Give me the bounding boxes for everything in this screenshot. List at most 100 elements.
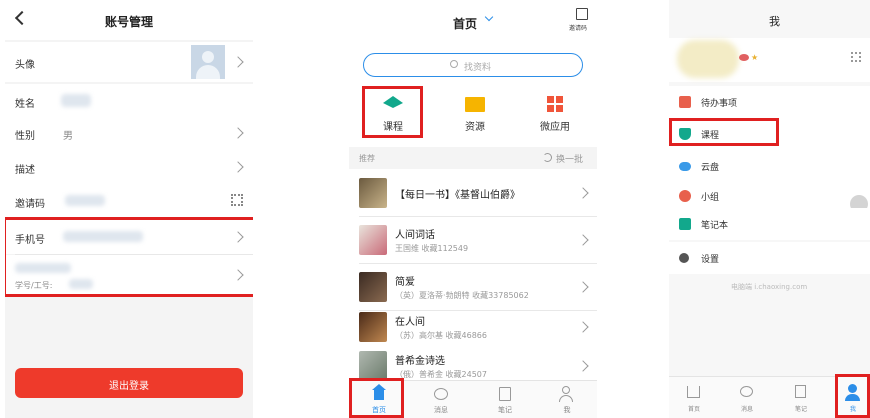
menu-item-notebook[interactable]: 笔记本 bbox=[669, 208, 870, 240]
refresh-icon bbox=[543, 153, 552, 162]
chevron-right-icon bbox=[577, 234, 589, 246]
highlight-box bbox=[349, 378, 404, 418]
menu-item-todo[interactable]: 待办事项 bbox=[669, 86, 870, 118]
gender-value: 男 bbox=[63, 131, 73, 142]
row-gender[interactable]: 性别 男 bbox=[5, 116, 253, 150]
book-meta: 王国维 收藏112549 bbox=[395, 244, 469, 253]
quick-resources[interactable]: 资源 bbox=[447, 88, 503, 136]
menu-item-settings[interactable]: 设置 bbox=[669, 242, 870, 274]
chat-bubble-icon bbox=[740, 386, 753, 397]
recommend-label: 推荐 bbox=[359, 154, 375, 163]
invite-value-blurred bbox=[65, 195, 105, 206]
tab-label: 消息 bbox=[434, 406, 448, 414]
highlight-box bbox=[362, 86, 423, 138]
row-avatar[interactable]: 头像 bbox=[5, 42, 253, 82]
menu-label: 云盘 bbox=[701, 163, 720, 173]
tab-me[interactable]: 我 bbox=[547, 384, 587, 418]
book-cover bbox=[359, 225, 387, 255]
footer-text: 电脑端 i.chaoxing.com bbox=[731, 283, 808, 291]
list-item[interactable]: 【每日一书】《基督山伯爵》 bbox=[349, 170, 597, 216]
chevron-right-icon bbox=[232, 127, 244, 139]
page-title: 首页 bbox=[453, 17, 478, 31]
chevron-right-icon bbox=[577, 187, 589, 199]
apps-grid-icon bbox=[547, 96, 563, 112]
book-title: 普希金诗选 bbox=[395, 356, 445, 367]
notebook-icon bbox=[679, 218, 691, 230]
logout-button[interactable]: 退出登录 bbox=[15, 368, 243, 398]
tab-label: 我 bbox=[563, 406, 571, 414]
chevron-right-icon bbox=[232, 161, 244, 173]
highlight-box bbox=[835, 374, 870, 418]
book-cover bbox=[359, 312, 387, 342]
book-cover bbox=[359, 178, 387, 208]
row-description[interactable]: 描述 bbox=[5, 150, 253, 184]
menu-label: 笔记本 bbox=[701, 221, 729, 231]
list-item[interactable]: 人间词话 王国维 收藏112549 bbox=[349, 217, 597, 263]
search-input[interactable]: 找资料 bbox=[363, 53, 583, 77]
search-icon bbox=[450, 60, 458, 68]
book-cover bbox=[359, 272, 387, 302]
me-header: 我 bbox=[669, 0, 870, 38]
qr-code-icon[interactable] bbox=[231, 194, 243, 206]
home-icon bbox=[687, 386, 700, 398]
tab-messages[interactable]: 消息 bbox=[421, 384, 461, 418]
quick-label: 微应用 bbox=[540, 122, 570, 133]
recommend-bar: 推荐 换一批 bbox=[349, 147, 597, 169]
page-title: 我 bbox=[769, 15, 780, 28]
book-title: 简爱 bbox=[395, 277, 415, 288]
chevron-right-icon bbox=[577, 281, 589, 293]
quick-label: 资源 bbox=[465, 122, 485, 133]
refresh-label: 换一批 bbox=[556, 155, 584, 165]
row-label: 头像 bbox=[15, 60, 35, 71]
book-title: 在人间 bbox=[395, 317, 425, 328]
avatar bbox=[677, 40, 739, 78]
row-label: 邀请码 bbox=[15, 199, 45, 210]
me-panel: 我 ★ 待办事项 课程 云盘 小组 笔记本 设置 电脑端 i.chaoxing.… bbox=[669, 0, 870, 418]
menu-item-cloud[interactable]: 云盘 bbox=[669, 150, 870, 182]
row-label: 描述 bbox=[15, 165, 35, 176]
star-icon: ★ bbox=[751, 53, 759, 62]
tab-home[interactable]: 首页 bbox=[679, 380, 709, 418]
qr-code-icon[interactable] bbox=[851, 52, 861, 62]
refresh-button[interactable]: 换一批 bbox=[543, 151, 593, 165]
folder-icon bbox=[465, 97, 485, 112]
chevron-right-icon bbox=[577, 360, 589, 372]
tab-label: 首页 bbox=[687, 406, 700, 413]
person-body bbox=[559, 395, 573, 402]
group-icon bbox=[679, 190, 691, 202]
chevron-down-icon bbox=[484, 12, 494, 22]
account-header: 账号管理 bbox=[5, 0, 253, 40]
note-edit-icon bbox=[499, 387, 511, 401]
tab-notes[interactable]: 笔记 bbox=[786, 380, 816, 418]
profile-card[interactable]: ★ bbox=[669, 38, 870, 82]
row-label: 性别 bbox=[15, 131, 35, 142]
home-header: 首页 邀请码 bbox=[349, 0, 597, 40]
highlight-box bbox=[669, 118, 779, 146]
book-meta: （英）夏洛蒂·勃朗特 收藏33785062 bbox=[395, 291, 529, 300]
book-title: 人间词话 bbox=[395, 230, 435, 241]
search-placeholder: 找资料 bbox=[464, 63, 492, 73]
chevron-right-icon bbox=[232, 56, 244, 68]
badge-icon bbox=[739, 54, 749, 61]
highlight-box bbox=[5, 217, 253, 297]
row-label: 姓名 bbox=[15, 99, 35, 110]
row-name[interactable]: 姓名 bbox=[5, 84, 253, 118]
scan-label: 邀请码 bbox=[569, 25, 588, 32]
chat-bubble-icon bbox=[434, 388, 448, 400]
menu-label: 设置 bbox=[701, 255, 720, 265]
scan-button[interactable]: 邀请码 bbox=[569, 8, 593, 32]
book-meta: （俄）普希金 收藏24507 bbox=[395, 370, 487, 379]
home-panel: 首页 邀请码 找资料 课程 资源 微应用 推荐 换一批 【每日一书】《基督山伯爵… bbox=[349, 0, 597, 418]
home-title-dropdown[interactable]: 首页 bbox=[453, 12, 503, 31]
account-panel: 账号管理 头像 姓名 性别 男 描述 邀请码 手机号 学号/工号: 退出登录 bbox=[5, 0, 253, 418]
gear-icon bbox=[679, 253, 689, 263]
logout-label: 退出登录 bbox=[109, 381, 149, 392]
tab-notes[interactable]: 笔记 bbox=[485, 384, 525, 418]
book-cover bbox=[359, 351, 387, 381]
quick-micro-apps[interactable]: 微应用 bbox=[525, 88, 585, 136]
avatar[interactable] bbox=[191, 45, 225, 79]
page-title: 账号管理 bbox=[104, 15, 153, 29]
chevron-right-icon bbox=[577, 321, 589, 333]
tab-messages[interactable]: 消息 bbox=[732, 380, 762, 418]
row-invite-code[interactable]: 邀请码 bbox=[5, 184, 253, 218]
